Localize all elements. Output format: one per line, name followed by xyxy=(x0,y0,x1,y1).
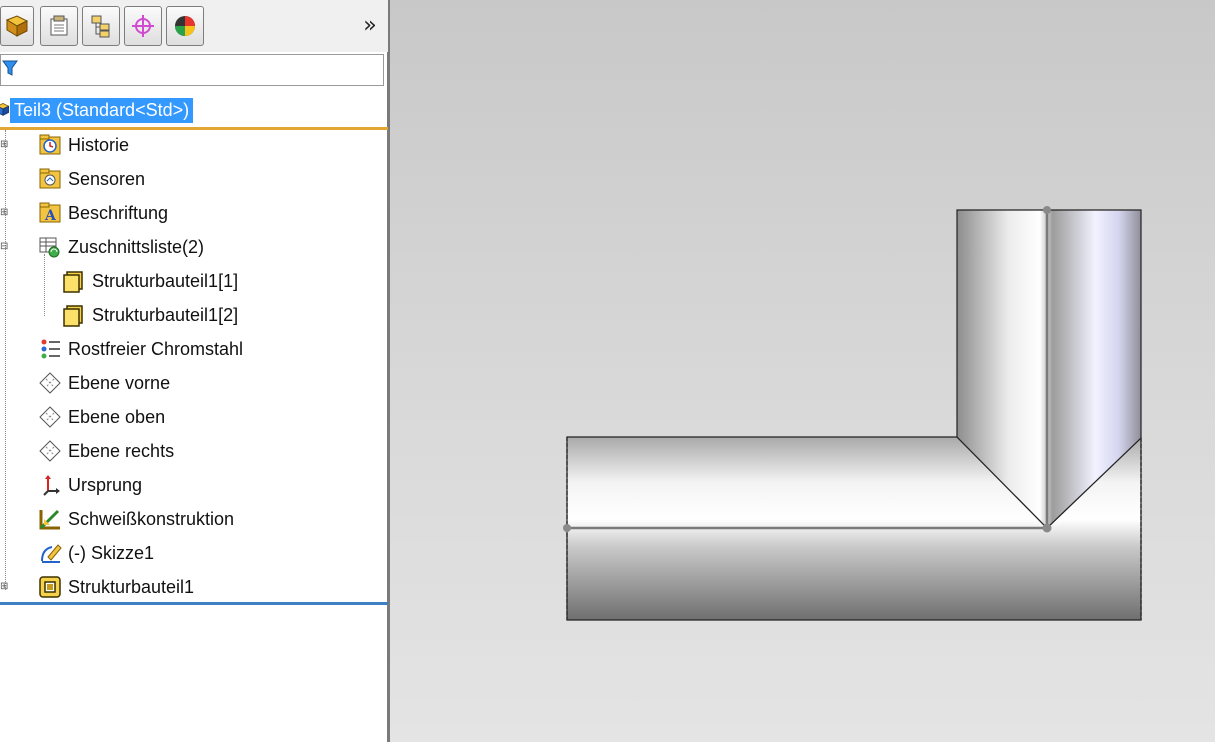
tree-item-label: Schweißkonstruktion xyxy=(68,508,235,529)
tree-item-label: Historie xyxy=(68,134,130,155)
tree-item-skizze1[interactable]: (-) Skizze1 xyxy=(0,539,154,567)
tree-item-ursprung[interactable]: Ursprung xyxy=(0,471,142,499)
body-icon xyxy=(62,269,86,293)
tree-item-label: Rostfreier Chromstahl xyxy=(68,338,244,359)
expander-icon[interactable]: ⊞ xyxy=(0,140,8,150)
tree-end-marker xyxy=(0,602,388,605)
featuremanager-tab[interactable] xyxy=(0,6,34,46)
tree-item-label: Ursprung xyxy=(68,474,143,495)
plane-icon xyxy=(38,371,62,395)
structural-member-icon xyxy=(38,575,62,599)
sketch-point[interactable] xyxy=(1043,206,1051,214)
tree-item-label: Ebene oben xyxy=(68,406,166,427)
svg-text:A: A xyxy=(44,208,57,224)
manager-tabs-toolbar: » xyxy=(0,0,388,52)
tree-root-label: Teil3 (Standard<Std>) xyxy=(10,97,194,123)
sketch-point[interactable] xyxy=(1042,523,1052,533)
expander-icon[interactable]: ⊞ xyxy=(0,582,8,592)
part-icon xyxy=(0,103,10,116)
tree-item-label: Ebene rechts xyxy=(68,440,175,461)
tree-item-beschriftung[interactable]: ⊞ A Beschriftung xyxy=(0,199,168,227)
sketch-point[interactable] xyxy=(563,524,571,532)
body-icon xyxy=(62,303,86,327)
configurationmanager-icon xyxy=(91,15,110,38)
sketch-icon xyxy=(38,541,62,565)
plane-icon xyxy=(38,439,62,463)
expander-icon[interactable]: ⊞ xyxy=(0,208,8,218)
tree-item-label: Strukturbauteil1[1] xyxy=(92,270,239,291)
tree-item-strukturbauteil1-1[interactable]: Strukturbauteil1[1] xyxy=(62,267,238,295)
expander-icon[interactable]: ⊟ xyxy=(0,242,8,252)
tree-item-ebene-rechts[interactable]: Ebene rechts xyxy=(0,437,174,465)
tree-root-item[interactable]: Teil3 (Standard<Std>) xyxy=(0,94,194,126)
tree-item-label: (-) Skizze1 xyxy=(68,542,155,563)
propertymanager-tab[interactable] xyxy=(40,6,78,46)
tree-item-label: Zuschnittsliste(2) xyxy=(68,236,205,257)
filter-icon xyxy=(2,60,18,76)
weldment-model[interactable] xyxy=(390,0,1215,742)
featuremanager-icon xyxy=(5,15,29,37)
tree-item-label: Sensoren xyxy=(68,168,146,189)
dimxpert-tab[interactable] xyxy=(124,6,162,46)
tree-item-strukturbauteil1[interactable]: ⊞ Strukturbauteil1 xyxy=(0,573,194,601)
featuremanager-panel: » Teil3 (Standard<Std>) ⊞ Historie Senso… xyxy=(0,0,390,742)
displaymanager-tab[interactable] xyxy=(166,6,204,46)
tree-connector-sub xyxy=(44,254,45,316)
propertymanager-icon xyxy=(50,15,68,36)
displaymanager-icon xyxy=(175,16,195,36)
tree-filter-input[interactable] xyxy=(0,54,384,86)
tree-item-ebene-oben[interactable]: Ebene oben xyxy=(0,403,165,431)
tree-item-zuschnittsliste[interactable]: ⊟ Zuschnittsliste(2) xyxy=(0,233,204,261)
tree-item-sensoren[interactable]: Sensoren xyxy=(0,165,145,193)
root-underline xyxy=(0,127,388,130)
cutlist-icon xyxy=(38,235,62,259)
tree-item-label: Beschriftung xyxy=(68,202,169,223)
sensor-icon xyxy=(38,167,62,191)
tree-item-material[interactable]: Rostfreier Chromstahl xyxy=(0,335,243,363)
tree-item-label: Strukturbauteil1 xyxy=(68,576,195,597)
annotation-icon: A xyxy=(38,201,62,225)
tree-item-strukturbauteil1-2[interactable]: Strukturbauteil1[2] xyxy=(62,301,238,329)
origin-icon xyxy=(38,473,62,497)
tree-item-label: Strukturbauteil1[2] xyxy=(92,304,239,325)
history-icon xyxy=(38,133,62,157)
tree-item-weldment[interactable]: Schweißkonstruktion xyxy=(0,505,234,533)
plane-icon xyxy=(38,405,62,429)
tree-item-ebene-vorne[interactable]: Ebene vorne xyxy=(0,369,170,397)
tree-item-historie[interactable]: ⊞ Historie xyxy=(0,131,129,159)
tree-item-label: Ebene vorne xyxy=(68,372,171,393)
dimxpert-icon xyxy=(132,15,154,37)
material-icon xyxy=(38,337,62,361)
weldment-icon xyxy=(38,507,62,531)
expand-tabs-button[interactable]: » xyxy=(358,12,382,40)
configurationmanager-tab[interactable] xyxy=(82,6,120,46)
graphics-viewport[interactable] xyxy=(390,0,1215,742)
